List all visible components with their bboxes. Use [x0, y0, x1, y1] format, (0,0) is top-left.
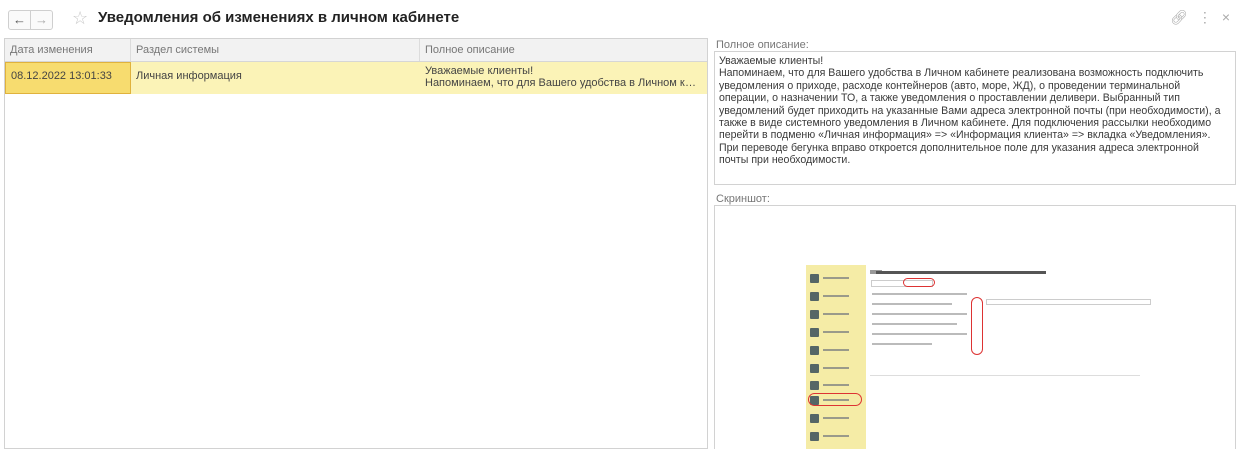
page-title: Уведомления об изменениях в личном кабин… [98, 9, 460, 26]
link-icon[interactable]: 🔗︎ [1170, 9, 1188, 26]
more-vertical-icon[interactable]: ⋮ [1198, 9, 1212, 26]
title-bar: ← → ☆ Уведомления об изменениях в личном… [0, 0, 1236, 38]
cell-description-line2: Напоминаем, что для Вашего удобства в Ли… [425, 77, 702, 89]
cell-description-line1: Уважаемые клиенты! [425, 65, 534, 77]
screenshot-image [806, 265, 1151, 449]
window-controls: 🔗︎ ⋮ × [1170, 9, 1230, 26]
table-header: Дата изменения Раздел системы Полное опи… [5, 39, 707, 62]
description-label: Полное описание: [716, 39, 809, 51]
arrow-right-icon[interactable]: → [30, 11, 52, 29]
table-row[interactable]: 08.12.2022 13:01:33 Личная информация Ув… [5, 62, 707, 94]
nav-buttons: ← → [8, 10, 53, 30]
screenshot-highlight-sidebar [808, 393, 862, 406]
cell-date[interactable]: 08.12.2022 13:01:33 [5, 62, 131, 94]
star-icon[interactable]: ☆ [72, 8, 88, 28]
screenshot-highlight-toggles [971, 297, 983, 355]
arrow-left-icon[interactable]: ← [9, 11, 30, 29]
cell-description[interactable]: Уважаемые клиенты! Напоминаем, что для В… [420, 62, 707, 94]
column-header-section[interactable]: Раздел системы [131, 39, 420, 61]
screenshot-label: Скриншот: [716, 193, 770, 205]
column-header-date[interactable]: Дата изменения [5, 39, 131, 61]
screenshot-highlight-tab [903, 278, 935, 287]
screenshot-field[interactable] [714, 205, 1236, 449]
close-icon[interactable]: × [1222, 9, 1230, 26]
cell-section[interactable]: Личная информация [131, 62, 420, 94]
description-field[interactable]: Уважаемые клиенты! Напоминаем, что для В… [714, 51, 1236, 185]
changes-table: Дата изменения Раздел системы Полное опи… [4, 38, 708, 449]
column-header-description[interactable]: Полное описание [420, 39, 707, 61]
screenshot-sidebar [806, 265, 866, 449]
